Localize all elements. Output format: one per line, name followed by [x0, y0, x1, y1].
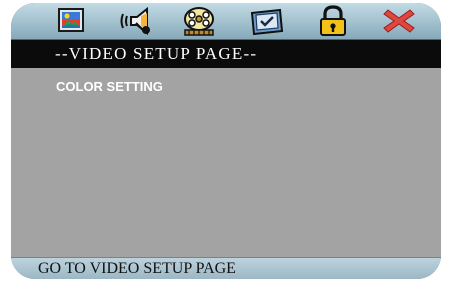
- title-bar: --VIDEO SETUP PAGE--: [11, 40, 441, 68]
- icon-toolbar: [11, 3, 441, 40]
- menu-content: COLOR SETTING: [11, 68, 441, 257]
- menu-item-color-setting[interactable]: COLOR SETTING: [56, 79, 163, 94]
- padlock-icon[interactable]: [313, 4, 353, 38]
- osd-menu: --VIDEO SETUP PAGE-- COLOR SETTING GO TO…: [11, 3, 441, 279]
- exit-x-icon[interactable]: [379, 4, 419, 38]
- film-reel-icon[interactable]: [179, 4, 219, 38]
- speaker-icon[interactable]: [117, 4, 157, 38]
- page-title: --VIDEO SETUP PAGE--: [55, 44, 258, 63]
- checkbox-monitor-icon[interactable]: [247, 4, 287, 38]
- status-text: GO TO VIDEO SETUP PAGE: [38, 260, 236, 277]
- status-bar: GO TO VIDEO SETUP PAGE: [11, 257, 441, 279]
- picture-icon[interactable]: [51, 4, 91, 38]
